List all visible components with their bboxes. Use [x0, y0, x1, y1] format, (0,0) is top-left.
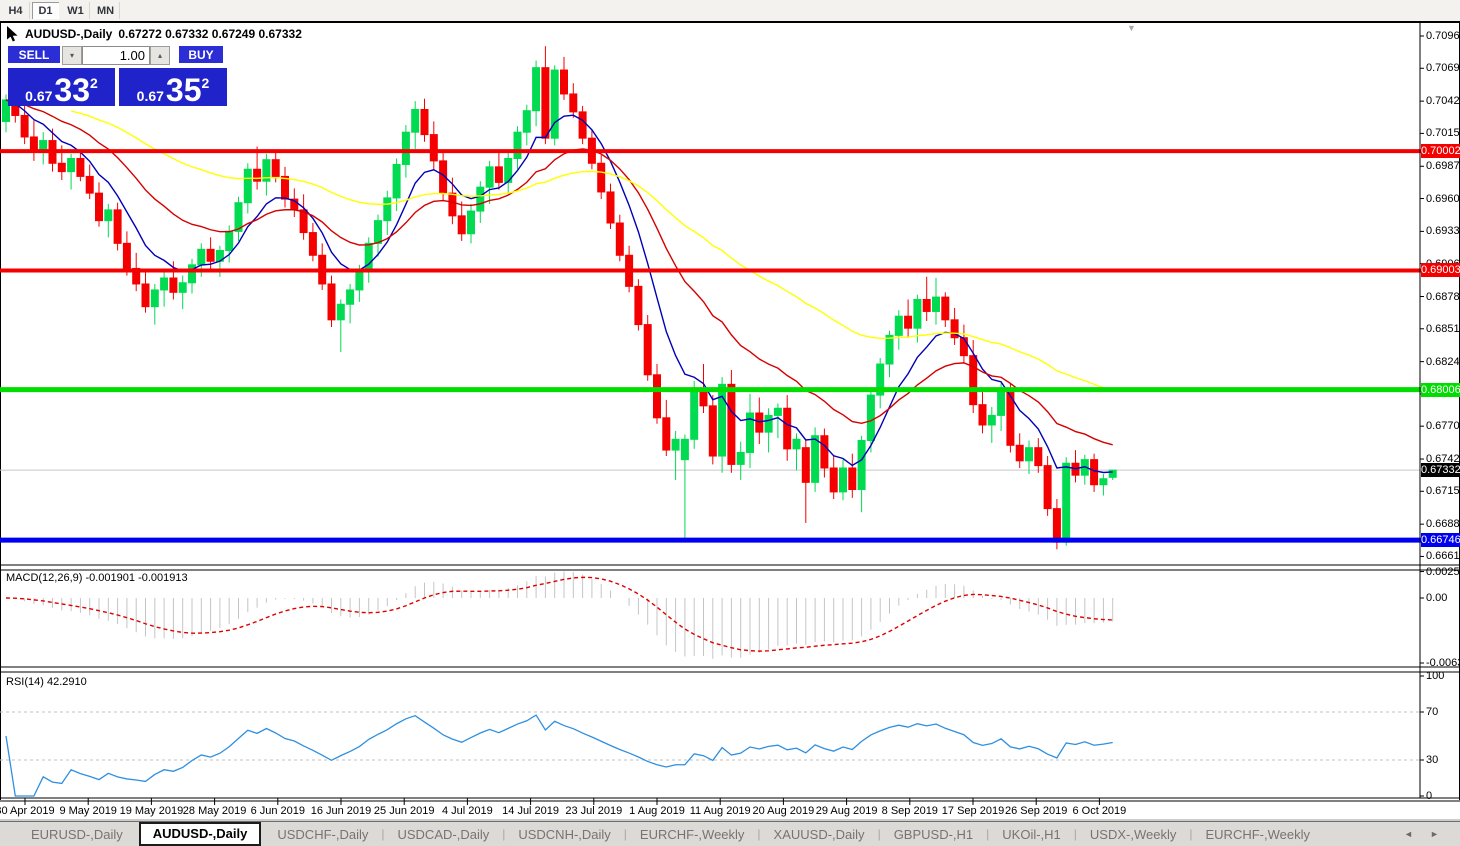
chart-title: AUDUSD-,Daily 0.67272 0.67332 0.67249 0.… — [6, 26, 302, 42]
chart-shift-marker-icon: ▼ — [1127, 23, 1136, 33]
chart-symbol-period: AUDUSD-,Daily — [25, 27, 113, 41]
current-price-badge: 0.67332 — [1421, 463, 1460, 478]
rsi-line — [5, 714, 1113, 797]
hline-price-badge: 0.66746 — [1421, 533, 1460, 548]
macd-signal-line — [5, 576, 1113, 652]
hline-price-badge: 0.70002 — [1421, 144, 1460, 159]
sell-price-prefix: 0.67 — [25, 88, 53, 104]
hline-price-badge: 0.69003 — [1421, 263, 1460, 278]
sell-price-button[interactable]: 0.67 33 2 — [8, 68, 115, 106]
chart-ohlc-values: 0.67272 0.67332 0.67249 0.67332 — [118, 27, 302, 41]
buy-price-pips: 35 — [165, 72, 202, 108]
volume-decrease-button[interactable]: ▾ — [62, 46, 82, 65]
volume-increase-button[interactable]: ▴ — [150, 46, 170, 65]
buy-price-point: 2 — [201, 75, 210, 91]
sell-price-pips: 33 — [54, 72, 91, 108]
cursor-icon — [7, 26, 18, 42]
hline-price-badge: 0.68006 — [1421, 382, 1460, 397]
sell-price-point: 2 — [90, 75, 98, 91]
one-click-trading-panel: SELL ▾ ▴ BUY 0.67 33 2 0.67 35 2 — [8, 46, 227, 106]
chart-canvas — [0, 23, 1460, 821]
chevron-up-icon: ▴ — [157, 51, 162, 60]
sell-button[interactable]: SELL — [8, 46, 60, 65]
rsi-indicator-label: RSI(14) 42.2910 — [6, 676, 87, 688]
chevron-down-icon: ▾ — [69, 51, 74, 60]
volume-input[interactable] — [82, 46, 150, 65]
buy-price-button[interactable]: 0.67 35 2 — [119, 68, 227, 106]
mt4-window: H4 D1 W1 MN AUDUSD-,Daily 0.67272 0.67332 0… — [0, 0, 1460, 846]
macd-indicator-label: MACD(12,26,9) -0.001901 -0.001913 — [6, 572, 188, 584]
macd-histogram — [14, 571, 1114, 659]
buy-button[interactable]: BUY — [179, 46, 223, 65]
buy-price-prefix: 0.67 — [136, 88, 164, 104]
candles — [2, 46, 1117, 550]
